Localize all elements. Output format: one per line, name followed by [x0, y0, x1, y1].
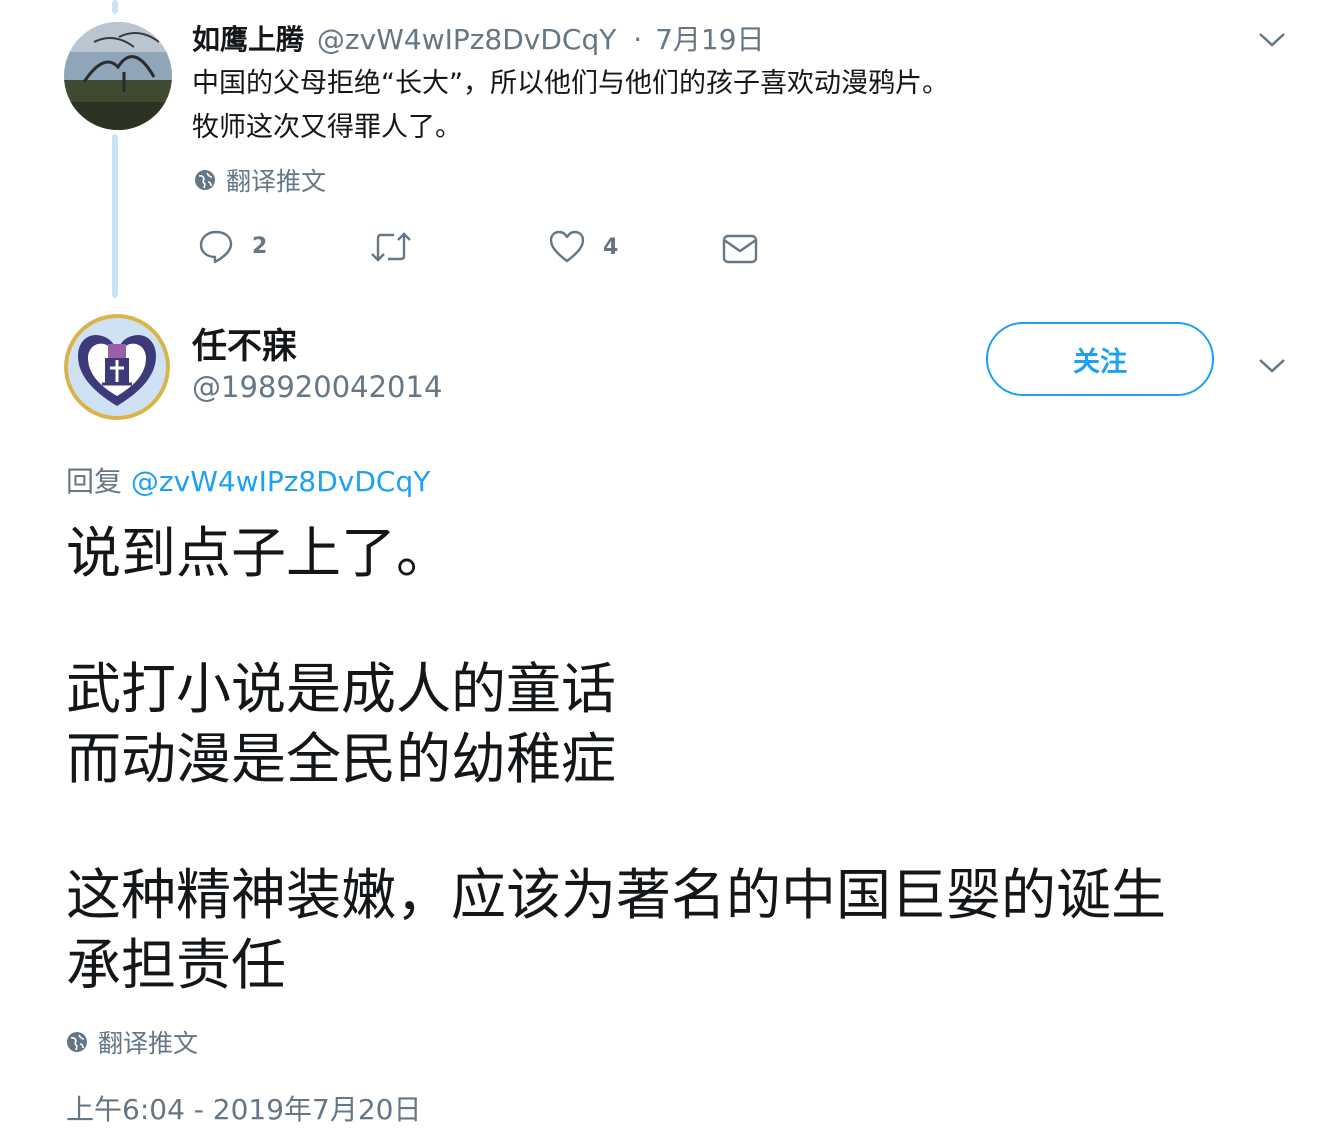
reply-to-handle[interactable]: @zvW4wIPz8DvDCqY	[131, 465, 430, 498]
translate-tweet-link[interactable]: 翻译推文	[194, 162, 326, 198]
tweet-text-line: 中国的父母拒绝“长大”，所以他们与他们的孩子喜欢动漫鸦片。	[192, 68, 949, 99]
reply-count: 2	[252, 233, 268, 259]
tweet-timestamp[interactable]: 上午6:04 - 2019年7月20日	[66, 1088, 421, 1128]
retweet-button[interactable]	[370, 230, 412, 264]
reply-prefix: 回复	[66, 465, 123, 498]
tweet-text-line: 而动漫是全民的幼稚症	[66, 727, 617, 791]
translate-label: 翻译推文	[226, 167, 327, 196]
tweet-text-blank	[66, 588, 1326, 654]
thread-line	[112, 134, 118, 298]
message-icon	[722, 234, 758, 264]
reply-button[interactable]: 2	[198, 228, 267, 264]
thread-line-top	[112, 0, 118, 14]
landscape-avatar	[64, 22, 172, 130]
author-name[interactable]: 如鹰上腾	[192, 23, 304, 56]
reply-context: 回复 @zvW4wIPz8DvDCqY	[66, 460, 430, 500]
tweet-text-line: 牧师这次又得罪人了。	[192, 112, 462, 143]
translate-tweet-link[interactable]: 翻译推文	[66, 1024, 198, 1060]
reply-icon	[199, 230, 233, 264]
translate-label: 翻译推文	[98, 1029, 199, 1058]
like-icon	[549, 230, 585, 263]
direct-message-button[interactable]	[722, 234, 758, 264]
tweet-text-blank	[66, 794, 1326, 860]
main-tweet-text: 说到点子上了。 武打小说是成人的童话 而动漫是全民的幼稚症 这种精神装嫩，应该为…	[66, 518, 1326, 1000]
tweet-text-line: 这种精神装嫩，应该为著名的中国巨婴的诞生	[66, 863, 1167, 927]
chevron-down-icon[interactable]	[1252, 346, 1292, 386]
chevron-down-icon[interactable]	[1252, 20, 1292, 60]
parent-tweet-header: 如鹰上腾 @zvW4wIPz8DvDCqY · 7月19日	[192, 18, 765, 58]
crest-avatar	[64, 314, 170, 420]
parent-tweet-text: 中国的父母拒绝“长大”，所以他们与他们的孩子喜欢动漫鸦片。 牧师这次又得罪人了。	[192, 62, 949, 150]
globe-icon	[67, 1032, 87, 1052]
globe-icon	[195, 170, 215, 190]
separator-dot: ·	[633, 23, 643, 56]
tweet-text-line: 承担责任	[66, 933, 287, 997]
avatar[interactable]	[64, 314, 170, 420]
like-count: 4	[603, 234, 619, 260]
like-button[interactable]: 4	[549, 230, 618, 264]
tweet-text-line: 说到点子上了。	[66, 521, 452, 585]
avatar[interactable]	[64, 22, 172, 130]
tweet-date[interactable]: 7月19日	[655, 23, 764, 56]
tweet-text-line: 武打小说是成人的童话	[66, 657, 617, 721]
follow-button[interactable]: 关注	[986, 322, 1214, 396]
retweet-icon	[371, 232, 411, 262]
author-name[interactable]: 任不寐	[192, 318, 297, 369]
author-handle[interactable]: @zvW4wIPz8DvDCqY	[317, 23, 616, 56]
author-handle[interactable]: @198920042014	[192, 370, 442, 404]
